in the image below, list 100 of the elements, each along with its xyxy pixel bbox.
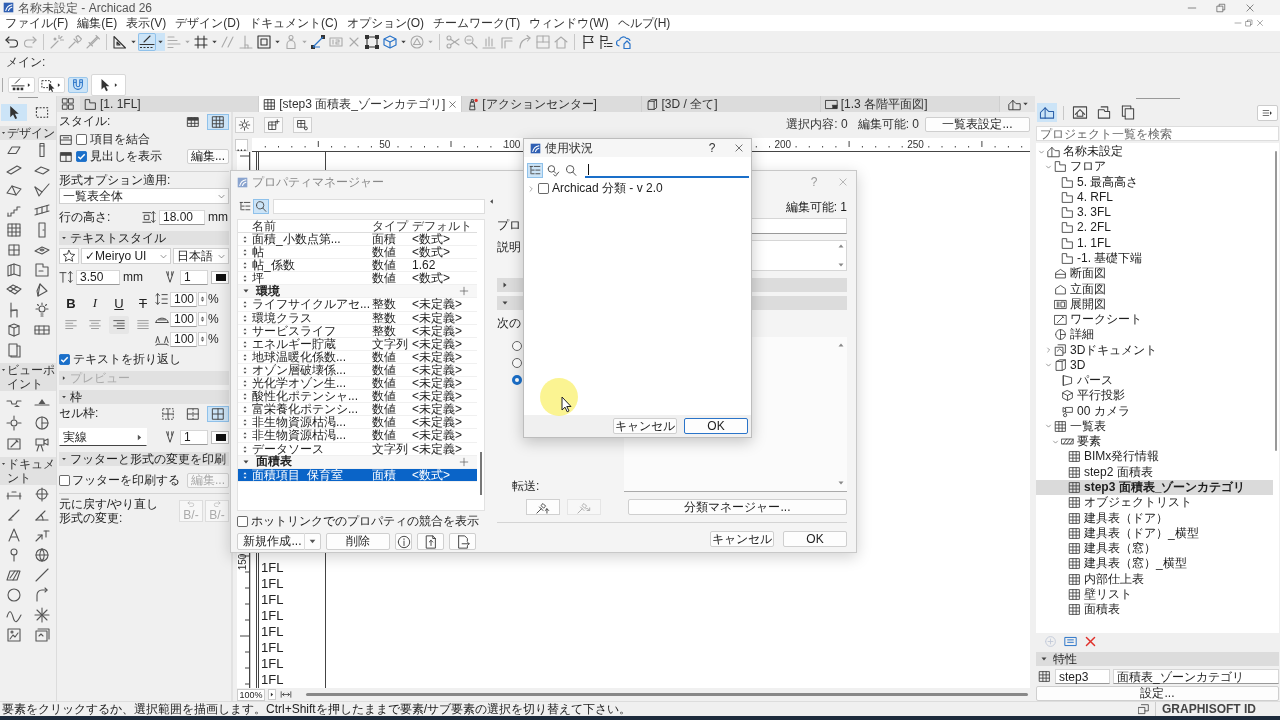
color-swatch-icon[interactable] xyxy=(211,270,229,284)
tab-overview-icon[interactable] xyxy=(60,97,76,111)
caret-right-icon[interactable] xyxy=(268,689,276,700)
export-button[interactable] xyxy=(449,533,476,550)
text-tool-icon[interactable] xyxy=(6,527,22,543)
input-field[interactable]: 面積表_ゾーンカテゴリ xyxy=(1113,669,1279,684)
checkbox[interactable] xyxy=(237,516,248,527)
favorites-button[interactable] xyxy=(59,248,79,264)
property-row[interactable]: 非生物資源枯渇... 数値 <未定義> xyxy=(238,416,477,430)
drag-handle-icon[interactable] xyxy=(241,248,249,258)
node-square-icon[interactable] xyxy=(363,32,381,51)
checkbox[interactable] xyxy=(59,474,70,486)
tree-item[interactable]: -1. 基礎下端 xyxy=(1036,250,1273,267)
tree-item[interactable]: 2. 2FL xyxy=(1036,220,1273,236)
text-style-button[interactable]: I xyxy=(85,294,105,312)
tree-item[interactable]: 名称未設定 xyxy=(1036,144,1273,160)
tree-item[interactable]: 一覧表 xyxy=(1036,418,1273,435)
scroll-down-icon[interactable] xyxy=(837,261,845,269)
schedule-settings-button[interactable]: 一覧表設定... xyxy=(925,117,1030,132)
tree-item[interactable]: 面積表 xyxy=(1036,601,1273,618)
scroll-down-icon[interactable] xyxy=(837,479,845,487)
close-icon[interactable] xyxy=(448,99,458,109)
morph-icon[interactable] xyxy=(34,282,50,298)
search-check-icon[interactable] xyxy=(545,162,561,178)
drag-handle-icon[interactable] xyxy=(241,431,249,441)
dropdown[interactable]: 一覧表全体 xyxy=(59,188,229,204)
gear-icon[interactable] xyxy=(235,116,254,133)
menu-item[interactable]: ファイル(F) xyxy=(2,15,72,31)
level-dimension-icon[interactable] xyxy=(34,487,50,503)
property-row[interactable]: 帖_係数 数値 1.62 xyxy=(238,259,477,273)
tree-item[interactable]: BIMx発行情報 xyxy=(1036,449,1273,465)
menu-item[interactable]: チームワーク(T) xyxy=(430,15,524,31)
checkbox-label[interactable]: 項目を結合 xyxy=(90,131,150,148)
property-row[interactable]: 帖 数値 <数式> xyxy=(238,246,477,260)
drag-handle-icon[interactable] xyxy=(241,470,249,480)
opening-icon[interactable] xyxy=(6,342,22,358)
tab[interactable]: [3D / 全て] xyxy=(641,96,821,112)
tree-item[interactable]: 5. 最高高さ xyxy=(1036,174,1273,190)
radial-dimension-icon[interactable] xyxy=(6,507,22,523)
hatched-fill-icon[interactable] xyxy=(6,567,22,583)
tree-item[interactable]: Archicad 分類 - v 2.0 xyxy=(524,181,751,196)
nested-squares-icon[interactable] xyxy=(255,32,273,51)
tool-button[interactable] xyxy=(8,77,35,93)
property-row[interactable]: データソース 文字列 <未定義> xyxy=(238,442,477,456)
property-row[interactable]: 酸性化ポテンシャ... 数値 <未定義> xyxy=(238,390,477,404)
menu-item[interactable]: 表示(V) xyxy=(123,15,170,31)
checkbox-label[interactable]: フッターを印刷する xyxy=(72,471,180,489)
menu-icon[interactable] xyxy=(1257,104,1278,121)
drag-handle-icon[interactable] xyxy=(241,379,249,389)
tool-button[interactable] xyxy=(91,74,126,96)
tree-item[interactable]: フロア xyxy=(1036,159,1273,175)
tree-item[interactable]: 断面図 xyxy=(1036,266,1273,282)
plus-icon[interactable] xyxy=(459,286,469,297)
input-field[interactable]: 1 xyxy=(180,269,208,285)
import-button[interactable] xyxy=(417,533,444,550)
tool-button[interactable] xyxy=(38,77,65,93)
scrollbar-thumb[interactable] xyxy=(1275,151,1277,451)
input-field[interactable]: 100 xyxy=(170,311,197,327)
restore-icon[interactable] xyxy=(1245,19,1253,27)
group-header[interactable]: 環境 xyxy=(238,285,477,299)
ok-button[interactable]: OK xyxy=(684,418,748,434)
tab[interactable]: [1. 1FL] xyxy=(80,96,260,112)
menu-item[interactable]: 編集(E) xyxy=(74,15,121,31)
full-grid-icon[interactable] xyxy=(207,405,229,422)
menu-item[interactable]: ドキュメント(C) xyxy=(246,15,341,31)
tree-item[interactable]: 1. 1FL xyxy=(1036,235,1273,251)
flag-list-icon[interactable] xyxy=(597,32,615,51)
zoom-field[interactable]: 100% xyxy=(237,688,265,701)
window-stack-icon[interactable] xyxy=(1138,703,1149,715)
drag-handle-icon[interactable] xyxy=(241,418,249,428)
house-outline-icon[interactable] xyxy=(1037,103,1057,122)
tree-item[interactable]: 展開図 xyxy=(1036,296,1273,312)
worksheet-icon[interactable] xyxy=(6,435,22,452)
delete-icon[interactable] xyxy=(1084,635,1097,648)
section-header[interactable]: テキストスタイル xyxy=(59,231,229,245)
section-header[interactable]: 特性 xyxy=(1036,652,1279,666)
color-swatch-icon[interactable] xyxy=(211,430,229,444)
input-field[interactable]: 1 xyxy=(180,429,208,445)
search-icon[interactable] xyxy=(563,162,579,178)
property-row[interactable]: 光化学オゾン生... 数値 <未定義> xyxy=(238,377,477,391)
camera-icon[interactable] xyxy=(34,435,50,452)
section-header[interactable]: ドキュメント xyxy=(0,457,56,485)
framed-house-icon[interactable] xyxy=(1070,103,1090,122)
close-icon[interactable] xyxy=(1245,2,1255,13)
checkbox[interactable] xyxy=(76,134,87,145)
checkbox[interactable] xyxy=(59,353,70,365)
zone-icon[interactable] xyxy=(34,262,50,278)
drag-handle-icon[interactable] xyxy=(241,326,249,336)
tree-item[interactable]: ワークシート xyxy=(1036,311,1273,328)
input-field[interactable]: 18.00 xyxy=(159,209,205,225)
tab[interactable]: [step3 面積表_ゾーンカテゴリ] xyxy=(259,96,463,112)
drawing-icon[interactable] xyxy=(34,627,50,643)
plus-icon[interactable] xyxy=(459,456,469,467)
tab[interactable]: [1.3 各階平面図] xyxy=(820,96,1001,112)
picture-icon[interactable] xyxy=(6,627,22,643)
drag-handle-icon[interactable] xyxy=(241,313,249,323)
scrollbar[interactable] xyxy=(306,693,1028,696)
folded-panel-icon[interactable] xyxy=(6,262,22,278)
input-field[interactable]: step3 xyxy=(1055,669,1110,684)
drag-handle-icon[interactable] xyxy=(241,235,249,244)
